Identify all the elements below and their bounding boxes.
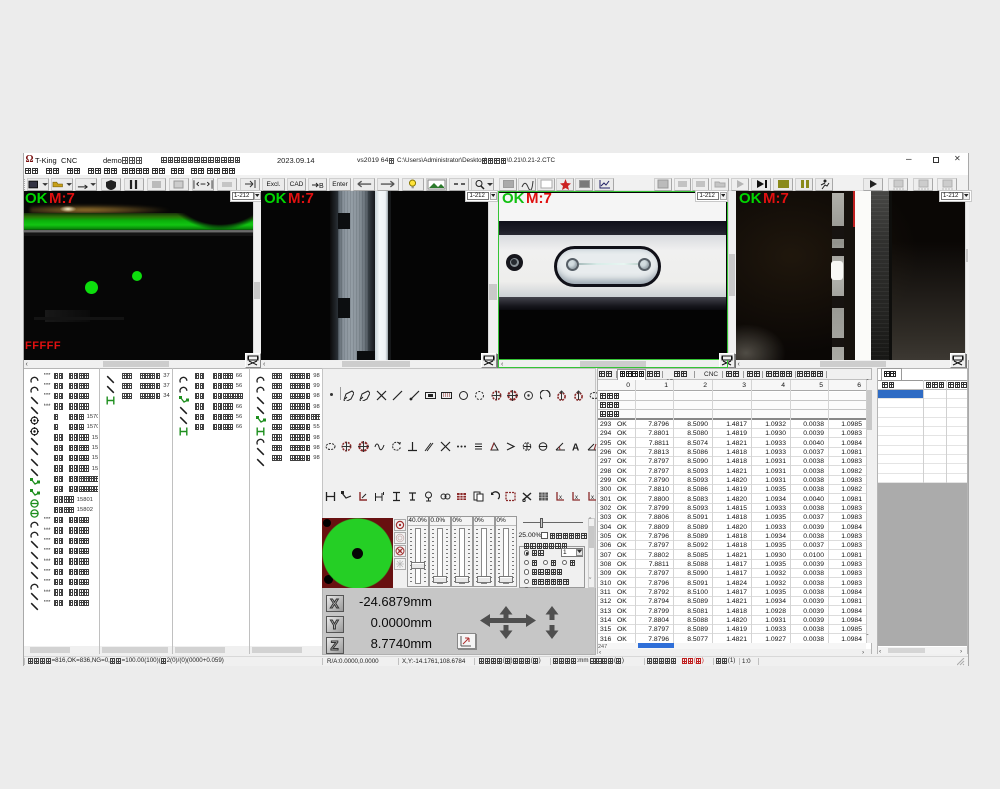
svg-text:x: x: [559, 495, 562, 501]
svg-text:x: x: [575, 495, 578, 501]
svg-text:B: B: [319, 183, 324, 190]
svg-text:x: x: [591, 495, 594, 501]
svg-text:A: A: [572, 442, 579, 452]
